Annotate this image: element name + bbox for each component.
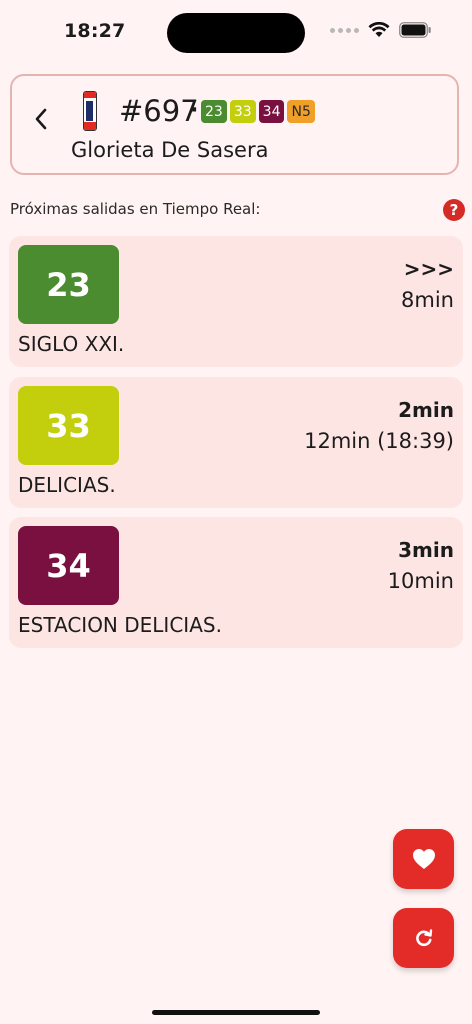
separator: · [190, 98, 199, 123]
bus-stop-icon [83, 91, 97, 131]
eta-primary: 2min [398, 398, 454, 422]
dynamic-island [167, 13, 305, 53]
status-icons [330, 22, 432, 38]
refresh-icon [415, 929, 432, 947]
eta-primary: >>> [403, 257, 454, 281]
line-badges: 23 33 34 N5 [201, 100, 315, 123]
eta-secondary: 8min [401, 288, 454, 312]
destination: DELICIAS. [18, 473, 116, 497]
favorite-button[interactable] [393, 829, 454, 889]
chevron-left-icon [35, 108, 47, 130]
eta-primary: 3min [398, 538, 454, 562]
heart-icon [412, 849, 435, 869]
signal-dots-icon [330, 27, 359, 33]
stop-number: #697 [119, 94, 199, 128]
back-button[interactable] [30, 104, 54, 134]
line-number-badge: 23 [18, 245, 119, 324]
line-badge-34: 34 [258, 100, 285, 123]
realtime-label: Próximas salidas en Tiempo Real: [10, 200, 261, 218]
stop-name: Glorieta De Sasera [71, 138, 269, 162]
eta-secondary: 10min [387, 569, 454, 593]
stop-header-card: #697 · 23 33 34 N5 Glorieta De Sasera [10, 74, 459, 175]
status-time: 18:27 [64, 20, 126, 42]
home-indicator[interactable] [152, 1010, 320, 1015]
arrival-card-23[interactable]: 23 >>> 8min SIGLO XXI. [9, 236, 463, 367]
line-badge-n5: N5 [287, 100, 315, 123]
destination: ESTACION DELICIAS. [18, 613, 222, 637]
line-number-badge: 33 [18, 386, 119, 465]
line-badge-33: 33 [229, 100, 256, 123]
refresh-button[interactable] [393, 908, 454, 968]
line-number-badge: 34 [18, 526, 119, 605]
arrival-card-33[interactable]: 33 2min 12min (18:39) DELICIAS. [9, 377, 463, 508]
help-button[interactable]: ? [443, 199, 465, 221]
wifi-icon [368, 22, 390, 37]
help-icon: ? [449, 201, 459, 219]
line-badge-23: 23 [201, 100, 227, 123]
eta-secondary: 12min (18:39) [304, 429, 454, 453]
arrival-card-34[interactable]: 34 3min 10min ESTACION DELICIAS. [9, 517, 463, 648]
battery-icon [399, 22, 431, 38]
destination: SIGLO XXI. [18, 332, 125, 356]
